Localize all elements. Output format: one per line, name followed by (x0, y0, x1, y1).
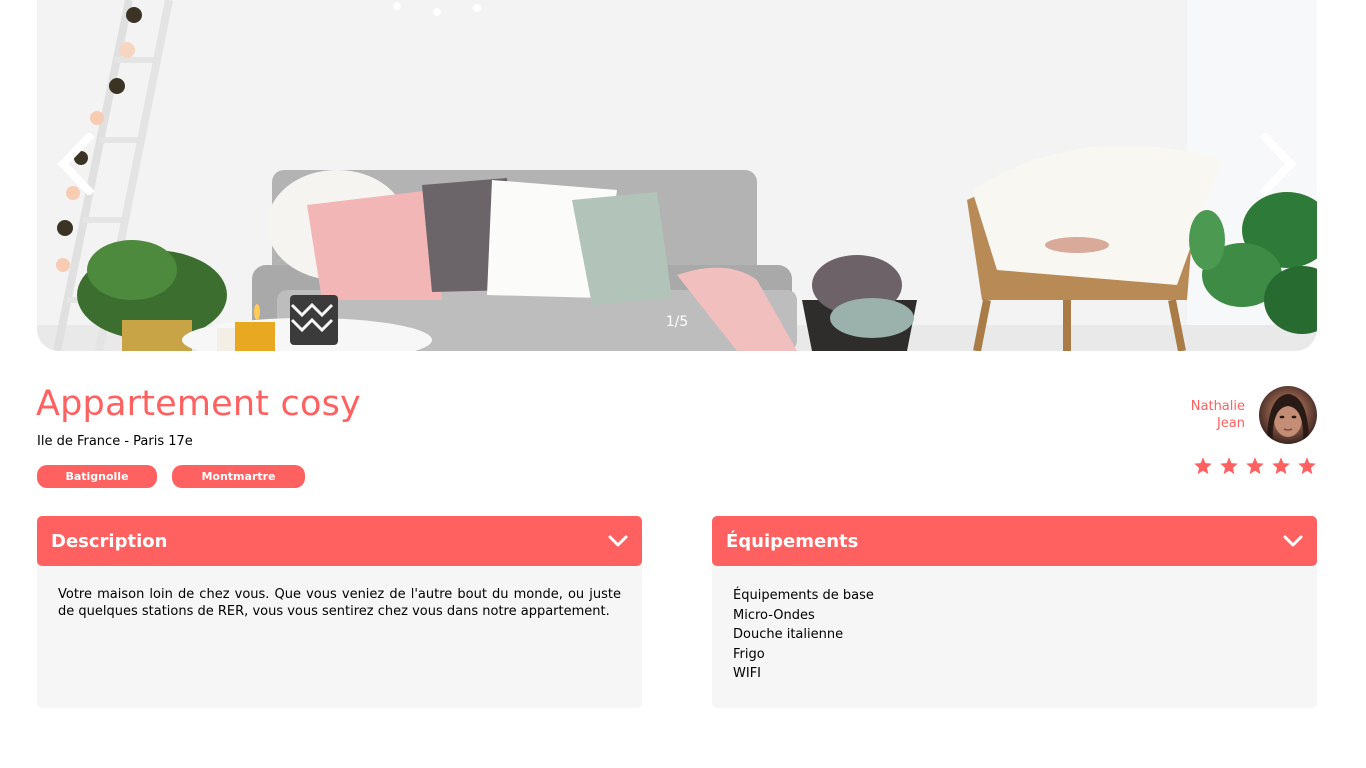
tag-list: Batignolle Montmartre (37, 465, 305, 488)
star-icon (1272, 457, 1290, 475)
star-icon (1246, 457, 1264, 475)
listing-title: Appartement cosy (36, 384, 361, 424)
host-avatar (1259, 386, 1317, 444)
equipments-body: Équipements de base Micro-Ondes Douche i… (712, 560, 1317, 708)
equipment-list: Équipements de base Micro-Ondes Douche i… (733, 586, 1296, 684)
list-item: Douche italienne (733, 627, 844, 642)
description-title: Description (51, 530, 168, 552)
previous-image-button[interactable] (51, 130, 99, 198)
host-first-name: Nathalie (1190, 399, 1245, 414)
equipments-title: Équipements (726, 530, 859, 552)
list-item: Frigo (733, 646, 765, 662)
tag-batignolle: Batignolle (37, 465, 157, 488)
apartment-photo (37, 0, 1317, 351)
chevron-down-icon (1283, 535, 1303, 547)
tag-montmartre: Montmartre (172, 465, 305, 488)
list-item: WIFI (733, 666, 761, 681)
chevron-right-icon (1259, 133, 1297, 195)
rating-stars (1193, 456, 1317, 476)
equipments-toggle[interactable]: Équipements (712, 516, 1317, 566)
star-icon (1194, 457, 1212, 475)
list-item: Équipements de base (733, 588, 874, 603)
listing-location: Ile de France - Paris 17e (37, 434, 193, 449)
star-icon (1220, 457, 1238, 475)
chevron-left-icon (57, 133, 95, 195)
image-carousel: 1/5 (37, 0, 1317, 351)
description-collapse: Description Votre maison loin de chez vo… (37, 516, 642, 708)
host-name: Nathalie Jean (1191, 398, 1245, 432)
equipments-collapse: Équipements Équipements de base Micro-On… (712, 516, 1317, 708)
description-toggle[interactable]: Description (37, 516, 642, 566)
description-body: Votre maison loin de chez vous. Que vous… (37, 560, 642, 708)
host-info: Nathalie Jean (1191, 386, 1317, 444)
list-item: Micro-Ondes (733, 607, 815, 623)
next-image-button[interactable] (1255, 130, 1303, 198)
description-text: Votre maison loin de chez vous. Que vous… (58, 587, 621, 619)
image-counter: 1/5 (665, 314, 689, 330)
host-last-name: Jean (1216, 416, 1245, 431)
chevron-down-icon (608, 535, 628, 547)
star-icon (1298, 457, 1316, 475)
